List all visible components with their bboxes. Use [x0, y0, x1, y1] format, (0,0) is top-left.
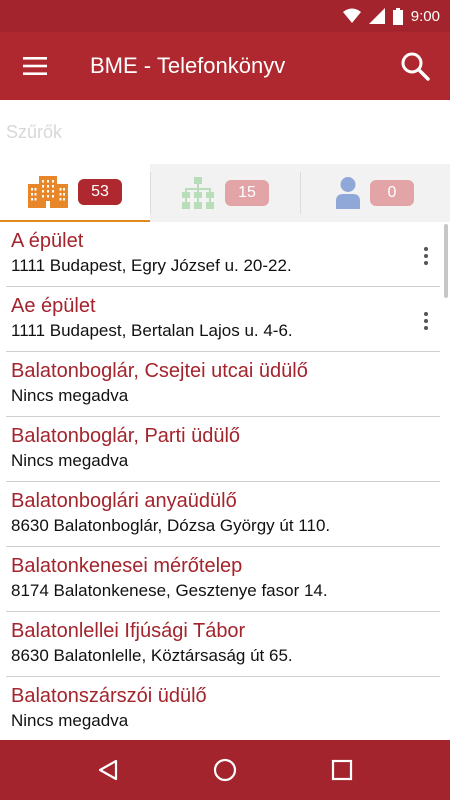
- item-title: Balatonkenesei mérőtelep: [11, 555, 243, 577]
- tab-buildings[interactable]: 53: [0, 164, 150, 222]
- wifi-icon: [342, 8, 361, 23]
- list-item[interactable]: Balatonboglár, Csejtei utcai üdülő Nincs…: [6, 352, 440, 417]
- system-nav-bar: [0, 740, 450, 800]
- app-bar: BME - Telefonkönyv: [0, 32, 450, 100]
- item-title: Ae épület: [11, 295, 96, 317]
- status-bar: 9:00: [0, 0, 450, 32]
- departments-count-badge: 15: [225, 180, 269, 206]
- status-time: 9:00: [410, 7, 440, 25]
- list-item[interactable]: Balatonszárszói üdülő Nincs megadva: [6, 677, 440, 740]
- item-address: 1111 Budapest, Egry József u. 20-22.: [11, 256, 292, 275]
- list-item[interactable]: Balatonlellei Ifjúsági Tábor 8630 Balato…: [6, 612, 440, 677]
- item-title: Balatonboglári anyaüdülő: [11, 490, 237, 512]
- people-count-badge: 0: [370, 180, 414, 206]
- item-address: Nincs megadva: [11, 451, 129, 470]
- search-button[interactable]: [380, 32, 450, 100]
- tab-bar: 53 15 0: [0, 164, 450, 222]
- buildings-icon: [28, 176, 68, 208]
- org-chart-icon: [182, 177, 214, 209]
- more-options-button[interactable]: [416, 309, 436, 333]
- item-title: Balatonboglár, Csejtei utcai üdülő: [11, 360, 308, 382]
- list-item[interactable]: Ae épület 1111 Budapest, Bertalan Lajos …: [6, 287, 440, 352]
- hamburger-menu-icon: [23, 57, 47, 75]
- filter-input[interactable]: [0, 100, 450, 164]
- filter-bar: [0, 100, 450, 164]
- list-item[interactable]: Balatonboglár, Parti üdülő Nincs megadva: [6, 417, 440, 482]
- list-item[interactable]: Balatonboglári anyaüdülő 8630 Balatonbog…: [6, 482, 440, 547]
- back-button[interactable]: [78, 740, 138, 800]
- item-address: 1111 Budapest, Bertalan Lajos u. 4-6.: [11, 321, 293, 340]
- list-item[interactable]: Balatonkenesei mérőtelep 8174 Balatonken…: [6, 547, 440, 612]
- item-address: 8174 Balatonkenese, Gesztenye fasor 14.: [11, 581, 328, 600]
- item-title: Balatonlellei Ifjúsági Tábor: [11, 620, 246, 642]
- item-title: Balatonszárszói üdülő: [11, 685, 207, 707]
- item-address: 8630 Balatonlelle, Köztársaság út 65.: [11, 646, 293, 665]
- recents-square-icon: [331, 759, 352, 781]
- signal-icon: [368, 8, 385, 24]
- buildings-count-badge: 53: [78, 179, 122, 205]
- tab-people[interactable]: 0: [300, 164, 450, 222]
- recents-button[interactable]: [312, 740, 372, 800]
- item-address: Nincs megadva: [11, 386, 129, 405]
- list-item[interactable]: A épület 1111 Budapest, Egry József u. 2…: [6, 222, 440, 287]
- app-title: BME - Telefonkönyv: [90, 53, 286, 78]
- building-list: A épület 1111 Budapest, Egry József u. 2…: [0, 222, 450, 740]
- home-button[interactable]: [195, 740, 255, 800]
- item-title: Balatonboglár, Parti üdülő: [11, 425, 241, 447]
- item-title: A épület: [11, 230, 84, 252]
- item-address: 8630 Balatonboglár, Dózsa György út 110.: [11, 516, 331, 535]
- tab-departments[interactable]: 15: [150, 164, 300, 222]
- back-triangle-icon: [99, 759, 118, 781]
- list-scrollbar[interactable]: [444, 224, 448, 298]
- person-icon: [336, 177, 360, 209]
- home-circle-icon: [213, 758, 237, 782]
- search-icon: [401, 52, 430, 81]
- battery-icon: [392, 7, 403, 25]
- more-options-button[interactable]: [416, 244, 436, 268]
- item-address: Nincs megadva: [11, 711, 129, 730]
- menu-button[interactable]: [0, 32, 70, 100]
